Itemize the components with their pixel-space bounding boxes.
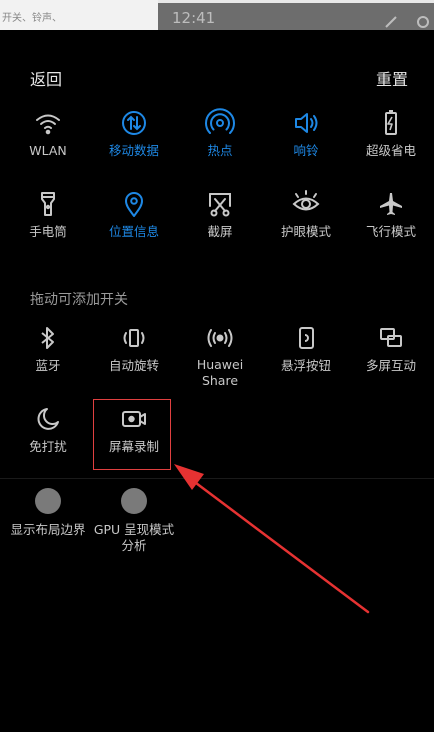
tile-label: 蓝牙 bbox=[35, 358, 61, 373]
background-app-text: 开关、铃声、 bbox=[2, 13, 62, 24]
tile-label: 响铃 bbox=[293, 143, 319, 158]
section-divider bbox=[0, 478, 434, 479]
gear-icon[interactable] bbox=[415, 14, 431, 30]
tile-battery-saver[interactable]: 超级省电 bbox=[348, 108, 434, 159]
tile-flashlight[interactable]: 手电筒 bbox=[5, 189, 91, 240]
location-icon bbox=[125, 192, 143, 217]
tile-label: GPU 呈现模式分析 bbox=[93, 522, 175, 553]
tile-gpu-profiling[interactable]: GPU 呈现模式分析 bbox=[91, 486, 177, 554]
drag-section-title: 拖动可添加开关 bbox=[30, 292, 128, 308]
tile-floating-button[interactable]: 悬浮按钮 bbox=[263, 323, 349, 374]
multi-screen-icon bbox=[380, 328, 402, 347]
battery-saver-icon bbox=[385, 110, 397, 135]
tile-label: 截屏 bbox=[207, 224, 233, 239]
floating-button-icon bbox=[299, 327, 314, 349]
tile-screenshot[interactable]: 截屏 bbox=[177, 189, 263, 240]
airplane-icon bbox=[380, 193, 402, 215]
wifi-icon bbox=[36, 114, 60, 135]
tile-label: 多屏互动 bbox=[365, 358, 416, 373]
back-button[interactable]: 返回 bbox=[30, 66, 62, 90]
tile-airplane[interactable]: 飞行模式 bbox=[348, 189, 434, 240]
tile-label: WLAN bbox=[29, 143, 67, 158]
highlight-box bbox=[93, 399, 171, 470]
tile-label: 飞行模式 bbox=[365, 224, 416, 239]
status-clock: 12:41 bbox=[172, 9, 216, 27]
tile-label: 位置信息 bbox=[108, 224, 159, 239]
tile-label: Huawei Share bbox=[196, 357, 244, 388]
tile-show-layout-bounds[interactable]: 显示布局边界 bbox=[5, 486, 91, 538]
circle-icon bbox=[35, 488, 61, 514]
tile-multi-screen[interactable]: 多屏互动 bbox=[348, 323, 434, 374]
tile-eye-comfort[interactable]: 护眼模式 bbox=[263, 189, 349, 240]
huawei-share-icon bbox=[207, 329, 233, 347]
hotspot-icon bbox=[205, 108, 235, 134]
flashlight-icon bbox=[41, 192, 55, 216]
tile-label: 护眼模式 bbox=[280, 224, 331, 239]
reset-button[interactable]: 重置 bbox=[376, 66, 408, 90]
tile-bluetooth[interactable]: 蓝牙 bbox=[5, 323, 91, 374]
tile-label: 悬浮按钮 bbox=[280, 358, 331, 373]
mobile-data-icon bbox=[122, 111, 146, 135]
tile-label: 免打扰 bbox=[29, 439, 67, 454]
background-app-content: 开关、铃声、 bbox=[0, 0, 158, 30]
ring-icon bbox=[295, 113, 318, 133]
tile-ring[interactable]: 响铃 bbox=[263, 108, 349, 159]
edit-icon[interactable] bbox=[383, 12, 401, 30]
tile-hotspot[interactable]: 热点 bbox=[177, 108, 263, 159]
bluetooth-icon bbox=[41, 327, 54, 349]
tile-label: 热点 bbox=[207, 143, 233, 158]
tile-label: 移动数据 bbox=[108, 143, 159, 158]
tile-mobile-data[interactable]: 移动数据 bbox=[91, 108, 177, 159]
tile-wlan[interactable]: WLAN bbox=[5, 108, 91, 159]
tile-label: 手电筒 bbox=[29, 224, 67, 239]
tile-location[interactable]: 位置信息 bbox=[91, 189, 177, 240]
do-not-disturb-icon bbox=[37, 408, 59, 430]
tile-huawei-share[interactable]: Huawei Share bbox=[177, 323, 263, 389]
tile-auto-rotate[interactable]: 自动旋转 bbox=[91, 323, 177, 374]
background-app-strip: 开关、铃声、 12:41 bbox=[0, 0, 434, 30]
screenshot-icon bbox=[209, 193, 231, 217]
tile-label: 显示布局边界 bbox=[10, 522, 86, 537]
tile-label: 超级省电 bbox=[365, 143, 416, 158]
tile-label: 自动旋转 bbox=[108, 358, 159, 373]
circle-icon bbox=[121, 488, 147, 514]
auto-rotate-icon bbox=[123, 329, 145, 347]
eye-icon bbox=[292, 190, 320, 211]
tile-do-not-disturb[interactable]: 免打扰 bbox=[5, 404, 91, 455]
